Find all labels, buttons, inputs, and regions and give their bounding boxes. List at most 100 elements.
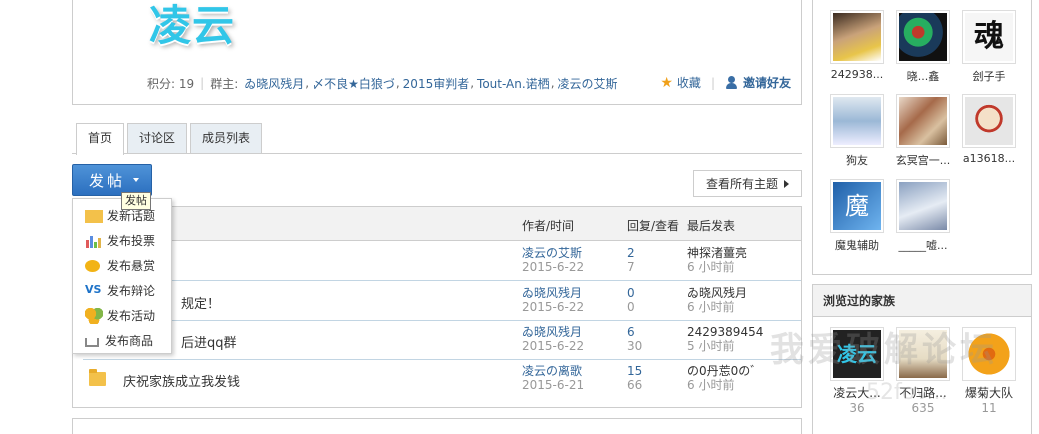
menu-item-label: 发布活动 — [107, 309, 156, 323]
member-item[interactable]: 魔 魔鬼辅助 — [827, 179, 887, 253]
member-item[interactable]: 晓...鑫 — [893, 10, 953, 84]
watermark: 我爱破解论坛 — [770, 330, 998, 370]
group-actions: ★ 收藏 | 邀请好友 — [660, 74, 791, 91]
thread-last-user[interactable]: 神探渚薑亮 — [687, 247, 747, 260]
menu-item-label: 发布悬赏 — [107, 259, 156, 273]
thread-views: 30 — [627, 339, 643, 353]
family-count: 11 — [981, 401, 997, 415]
moderator-link[interactable]: 凌云の艾斯 — [558, 75, 618, 92]
post-tooltip: 发帖 — [121, 192, 151, 210]
col-last-post: 最后发表 — [687, 219, 736, 233]
member-item[interactable]: 玄冥宫一... — [893, 94, 953, 168]
moderator-link[interactable]: 〆不良★白狼づ — [312, 75, 395, 92]
group-title: 凌云 — [149, 1, 236, 50]
avatar[interactable] — [896, 94, 950, 148]
thread-author[interactable]: 凌云の离歌 — [522, 365, 582, 378]
vs-icon: VS — [85, 282, 102, 296]
thread-list: 作者/时间 回复/查看 最后发表 凌云の艾斯 2015-6-22 2 7 神探渚… — [72, 206, 802, 408]
tab-home[interactable]: 首页 — [76, 123, 125, 155]
table-row[interactable]: 后进qq群 ゐ晓风残月 2015-6-22 6 30 2429389454 5 … — [83, 321, 801, 360]
member-name[interactable]: 晓...鑫 — [893, 68, 953, 84]
thread-views: 0 — [627, 300, 635, 314]
avatar[interactable] — [830, 94, 884, 148]
avatar[interactable]: 魂 — [962, 10, 1016, 64]
thread-date: 2015-6-21 — [522, 378, 585, 392]
avatar[interactable] — [830, 10, 884, 64]
favorite-link[interactable]: 收藏 — [677, 74, 701, 91]
tabs-divider — [72, 153, 802, 154]
member-item[interactable]: 魂 刽子手 — [959, 10, 1019, 84]
member-name[interactable]: 魔鬼辅助 — [827, 237, 887, 253]
thread-date: 2015-6-22 — [522, 300, 585, 314]
tab-discussion[interactable]: 讨论区 — [127, 123, 188, 154]
menu-item-debate[interactable]: VS 发布辩论 — [73, 278, 171, 303]
moderator-link[interactable]: ゐ晓风残月 — [244, 75, 304, 92]
group-header: 凌云 积分: 19 | 群主: ゐ晓风残月, 〆不良★白狼づ, 2015审判者,… — [72, 0, 802, 105]
post-type-menu: 发新话题 发布投票 发布悬赏 VS 发布辩论 发布活动 发布商品 — [72, 198, 172, 354]
next-panel — [72, 418, 802, 434]
tab-members[interactable]: 成员列表 — [190, 123, 263, 154]
avatar[interactable] — [896, 179, 950, 233]
avatar[interactable] — [896, 10, 950, 64]
member-item[interactable]: 狗友 — [827, 94, 887, 168]
divider: | — [710, 75, 715, 90]
gold-coin-icon — [85, 259, 100, 272]
visited-families-title: 浏览过的家族 — [813, 285, 1031, 317]
member-name[interactable]: _____嘘... — [893, 237, 953, 253]
chevron-down-icon — [133, 178, 140, 182]
thread-title[interactable]: 庆祝家族成立我发钱 — [123, 371, 240, 390]
bar-chart-icon — [85, 233, 103, 249]
divider: | — [200, 76, 205, 90]
thread-views: 66 — [627, 378, 643, 392]
folder-icon — [85, 210, 103, 223]
thread-replies[interactable]: 0 — [627, 287, 635, 300]
table-row[interactable]: 规定！ ゐ晓风残月 2015-6-22 0 0 ゐ晓风残月 6 小时前 — [83, 282, 801, 321]
member-name[interactable]: 狗友 — [827, 152, 887, 168]
menu-item-label: 发布辩论 — [107, 284, 156, 298]
avatar[interactable] — [962, 94, 1016, 148]
invite-friends-link[interactable]: 邀请好友 — [743, 74, 791, 91]
thread-replies[interactable]: 2 — [627, 247, 635, 260]
col-author: 作者/时间 — [522, 219, 575, 233]
watermark-url: 52fov... — [866, 380, 948, 405]
member-name[interactable]: 刽子手 — [959, 68, 1019, 84]
member-item[interactable]: 242938... — [827, 10, 887, 81]
table-row[interactable]: 庆祝家族成立我发钱 凌云の离歌 2015-6-21 15 66 の0丹莣0の゛ … — [83, 360, 801, 399]
thread-title[interactable]: 后进qq群 — [181, 332, 237, 351]
family-name[interactable]: 爆菊大队 — [959, 384, 1019, 401]
avatar[interactable]: 魔 — [830, 179, 884, 233]
menu-item-event[interactable]: 发布活动 — [73, 303, 171, 328]
chevron-right-icon — [784, 179, 789, 188]
user-icon — [725, 75, 739, 90]
menu-item-poll[interactable]: 发布投票 — [73, 228, 171, 253]
col-replies: 回复/查看 — [627, 219, 680, 233]
thread-list-header: 作者/时间 回复/查看 最后发表 — [73, 207, 801, 241]
thread-last-time: 6 小时前 — [687, 378, 735, 392]
thread-author[interactable]: 凌云の艾斯 — [522, 247, 582, 260]
folder-icon — [89, 369, 106, 386]
moderator-link[interactable]: 2015审判者 — [403, 75, 470, 92]
thread-last-user[interactable]: ゐ晓风残月 — [687, 287, 747, 300]
menu-item-reward[interactable]: 发布悬赏 — [73, 253, 171, 278]
thread-title[interactable]: 规定！ — [181, 293, 220, 312]
moderator-link[interactable]: Tout-An.诺栖 — [477, 75, 550, 92]
member-name[interactable]: 玄冥宫一... — [893, 152, 953, 168]
member-item[interactable]: _____嘘... — [893, 179, 953, 253]
thread-author[interactable]: ゐ晓风残月 — [522, 287, 582, 300]
thread-date: 2015-6-22 — [522, 260, 585, 274]
post-button-label: 发帖 — [89, 171, 126, 190]
thread-author[interactable]: ゐ晓风残月 — [522, 326, 582, 339]
thread-date: 2015-6-22 — [522, 339, 585, 353]
thread-last-user[interactable]: の0丹莣0の゛ — [687, 365, 762, 378]
people-icon — [85, 307, 103, 324]
thread-last-time: 6 小时前 — [687, 260, 735, 274]
thread-replies[interactable]: 6 — [627, 326, 635, 339]
thread-last-user[interactable]: 2429389454 — [687, 326, 763, 339]
view-all-threads-button[interactable]: 查看所有主题 — [693, 170, 802, 197]
thread-replies[interactable]: 15 — [627, 365, 642, 378]
member-name[interactable]: 242938... — [827, 68, 887, 81]
member-item[interactable]: a13618... — [959, 94, 1019, 165]
table-row[interactable]: 凌云の艾斯 2015-6-22 2 7 神探渚薑亮 6 小时前 — [83, 242, 801, 281]
member-name[interactable]: a13618... — [959, 152, 1019, 165]
menu-item-goods[interactable]: 发布商品 — [73, 328, 171, 353]
